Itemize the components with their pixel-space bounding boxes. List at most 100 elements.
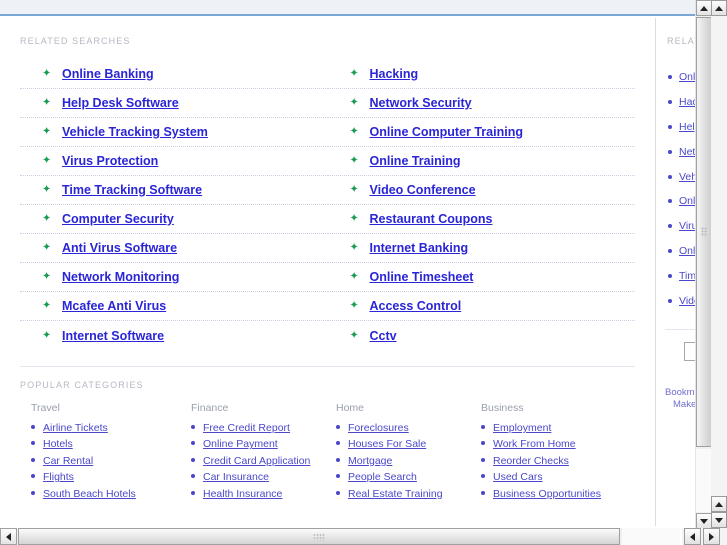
related-search-cell: ✦ Time Tracking Software: [20, 176, 328, 205]
document-viewport: RELATED SEARCHES ✦ Online Banking ✦ Hacking…: [0, 18, 711, 526]
related-search-link[interactable]: Time Tracking Software: [62, 183, 202, 197]
related-search-cell: ✦ Online Timesheet: [327, 263, 635, 292]
scroll-down-arrow-icon: [715, 517, 723, 523]
category-link[interactable]: Work From Home: [493, 438, 576, 450]
related-search-link[interactable]: Vehicle Tracking System: [62, 125, 208, 139]
related-search-link[interactable]: Online Timesheet: [370, 270, 474, 284]
related-search-link[interactable]: Online Banking: [62, 67, 154, 81]
content-scroll-up-button[interactable]: [696, 0, 712, 16]
document-inner: RELATED SEARCHES ✦ Online Banking ✦ Hacking…: [0, 18, 711, 526]
category-link[interactable]: Free Credit Report: [203, 422, 290, 434]
category-list-item: Hotels: [31, 435, 191, 451]
category-link[interactable]: People Search: [348, 471, 417, 483]
sparkle-arrow-icon: ✦: [42, 329, 52, 341]
content-horizontal-scrollbar[interactable]: [0, 528, 680, 545]
related-search-link[interactable]: Video Conference: [370, 183, 476, 197]
category-link[interactable]: Airline Tickets: [43, 422, 108, 434]
dot-bullet-icon: [668, 273, 672, 278]
related-search-link[interactable]: Network Security: [370, 96, 472, 110]
content-horizontal-scroll-thumb[interactable]: [18, 528, 620, 545]
category-list-item: Employment: [481, 419, 635, 435]
related-search-link[interactable]: Virus Protection: [62, 154, 158, 168]
window-horizontal-scrollbar[interactable]: [682, 528, 727, 545]
category-link[interactable]: Car Rental: [43, 455, 93, 467]
dot-bullet-icon: [668, 224, 672, 229]
top-banner-strip: [0, 0, 711, 16]
category-link[interactable]: Business Opportunities: [493, 488, 601, 500]
category-link[interactable]: Flights: [43, 471, 74, 483]
scroll-down-arrow-icon: [700, 518, 708, 524]
dot-bullet-icon: [31, 425, 35, 429]
dot-bullet-icon: [668, 149, 672, 154]
related-search-link[interactable]: Online Training: [370, 154, 461, 168]
dot-bullet-icon: [336, 474, 340, 479]
sparkle-arrow-icon: ✦: [42, 96, 52, 109]
sparkle-arrow-icon: ✦: [349, 329, 359, 341]
related-search-link[interactable]: Internet Software: [62, 329, 164, 343]
window-scroll-right-button[interactable]: [703, 528, 720, 545]
related-search-cell: ✦ Online Computer Training: [327, 118, 635, 147]
related-search-link[interactable]: Restaurant Coupons: [370, 212, 493, 226]
related-search-link[interactable]: Cctv: [370, 329, 397, 343]
related-search-cell: ✦ Network Monitoring: [20, 263, 328, 292]
category-link[interactable]: South Beach Hotels: [43, 488, 136, 500]
sparkle-arrow-icon: ✦: [42, 299, 52, 312]
related-search-cell: ✦ Access Control: [327, 292, 635, 321]
related-search-cell: ✦ Online Banking: [20, 60, 328, 89]
content-scroll-down-button[interactable]: [696, 513, 712, 529]
dot-bullet-icon: [191, 457, 195, 462]
related-search-link[interactable]: Help Desk Software: [62, 96, 179, 110]
content-vertical-scrollbar[interactable]: [695, 0, 712, 529]
related-search-link[interactable]: Online Computer Training: [370, 125, 523, 139]
category-link[interactable]: Mortgage: [348, 455, 392, 467]
category-link[interactable]: Houses For Sale: [348, 438, 426, 450]
category-link[interactable]: Health Insurance: [203, 488, 282, 500]
scroll-up-arrow-icon: [700, 5, 708, 11]
related-search-cell: ✦ Hacking: [327, 60, 635, 89]
related-search-cell: ✦ Network Security: [327, 89, 635, 118]
category-link[interactable]: Online Payment: [203, 438, 278, 450]
dot-bullet-icon: [481, 490, 485, 495]
related-search-cell: ✦ Online Training: [327, 147, 635, 176]
related-search-link[interactable]: Internet Banking: [370, 241, 469, 255]
related-search-link[interactable]: Access Control: [370, 299, 462, 313]
window-scroll-up-button-2[interactable]: [711, 496, 727, 512]
window-scroll-left-button[interactable]: [684, 528, 701, 545]
related-search-link[interactable]: Anti Virus Software: [62, 241, 177, 255]
scroll-up-arrow-icon: [715, 501, 723, 507]
dot-bullet-icon: [191, 441, 195, 446]
category-link[interactable]: Credit Card Application: [203, 455, 310, 467]
related-search-link[interactable]: Computer Security: [62, 212, 174, 226]
category-list-item: Car Insurance: [191, 468, 336, 484]
related-search-link[interactable]: Network Monitoring: [62, 270, 179, 284]
category-link[interactable]: Foreclosures: [348, 422, 409, 434]
category-link[interactable]: Used Cars: [493, 471, 543, 483]
content-vertical-scroll-thumb[interactable]: [696, 17, 712, 447]
sparkle-arrow-icon: ✦: [349, 125, 359, 138]
category-list-item: Online Payment: [191, 435, 336, 451]
category-link[interactable]: Employment: [493, 422, 551, 434]
category-link[interactable]: Hotels: [43, 438, 73, 450]
category-title: Travel: [31, 402, 60, 414]
category-link[interactable]: Real Estate Training: [348, 488, 443, 500]
sparkle-arrow-icon: ✦: [349, 154, 359, 167]
dot-bullet-icon: [668, 75, 672, 80]
related-search-cell: ✦ Mcafee Anti Virus: [20, 292, 328, 321]
content-horizontal-scroll-track[interactable]: [622, 528, 680, 545]
related-search-link[interactable]: Hacking: [370, 67, 419, 81]
category-link[interactable]: Car Insurance: [203, 471, 269, 483]
dot-bullet-icon: [481, 474, 485, 479]
related-search-link[interactable]: Mcafee Anti Virus: [62, 299, 166, 313]
category-list-item: Reorder Checks: [481, 452, 635, 468]
sparkle-arrow-icon: ✦: [42, 212, 52, 225]
window-scroll-up-button[interactable]: [711, 0, 727, 16]
sparkle-arrow-icon: ✦: [42, 67, 52, 80]
window-vertical-scrollbar[interactable]: [711, 0, 727, 529]
content-scroll-left-button[interactable]: [0, 528, 17, 545]
browser-page: RELATED SEARCHES ✦ Online Banking ✦ Hacking…: [0, 0, 727, 545]
category-link[interactable]: Reorder Checks: [493, 455, 569, 467]
content-vertical-scroll-track[interactable]: [696, 449, 712, 512]
related-searches-heading: RELATED SEARCHES: [20, 36, 131, 46]
category-list-item: Free Credit Report: [191, 419, 336, 435]
window-scroll-down-button[interactable]: [711, 512, 727, 528]
